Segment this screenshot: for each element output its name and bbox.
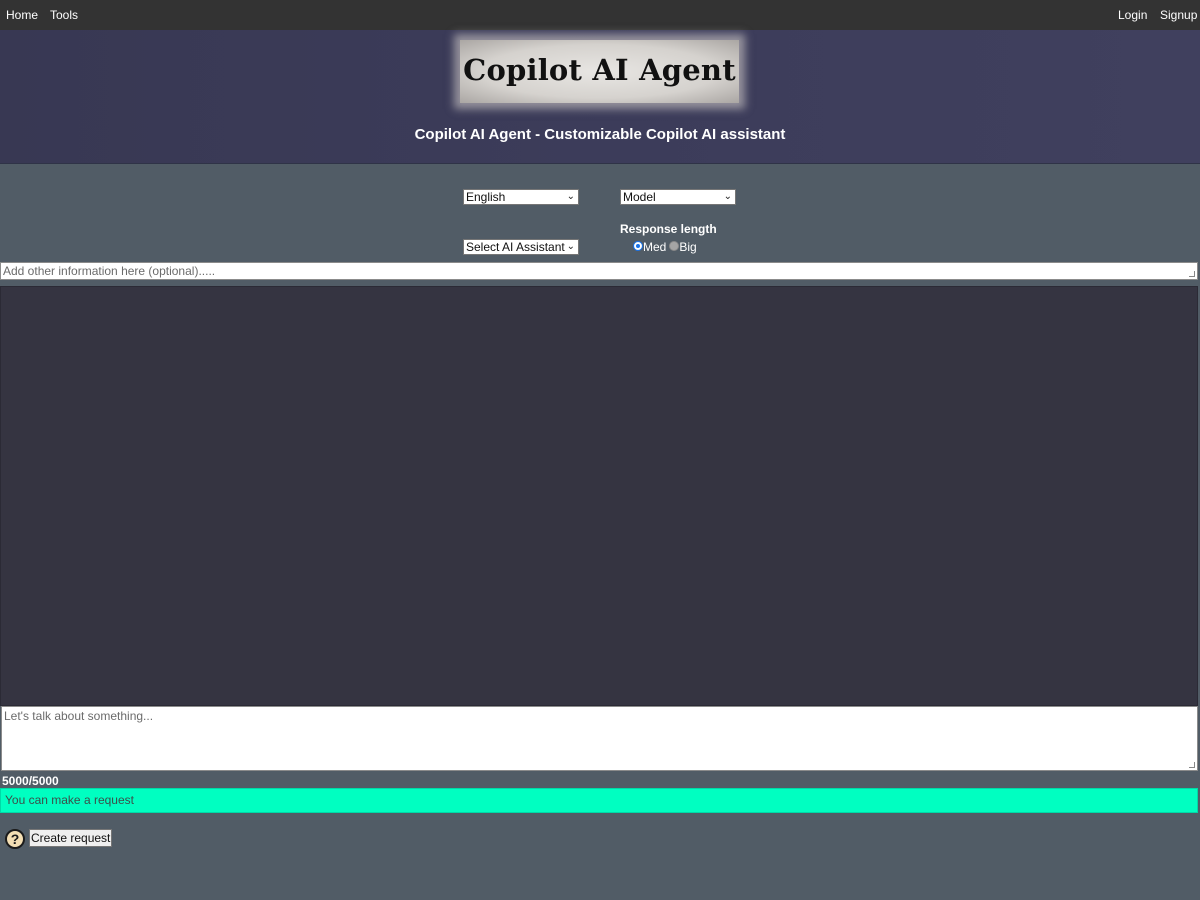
assistant-select[interactable]: Select AI Assistant ⌄ — [463, 239, 579, 255]
logo-text: Copilot AI Agent — [463, 53, 736, 87]
create-request-button[interactable]: Create request — [29, 829, 113, 847]
language-select[interactable]: English ⌄ — [463, 189, 579, 205]
response-length-options: Med Big — [633, 240, 697, 254]
additional-info-placeholder: Add other information here (optional)...… — [3, 264, 216, 278]
chevron-down-icon: ⌄ — [566, 241, 575, 252]
assistant-select-value: Select AI Assistant — [466, 240, 565, 254]
radio-big-label: Big — [679, 240, 697, 254]
radio-big[interactable] — [669, 240, 680, 251]
radio-med[interactable] — [633, 240, 643, 251]
top-navigation: Home Tools Login Signup — [0, 0, 1200, 30]
model-select-value: Model — [623, 190, 656, 204]
character-counter: 5000/5000 — [2, 774, 59, 788]
logo: Copilot AI Agent — [460, 40, 739, 103]
page-subtitle: Copilot AI Agent - Customizable Copilot … — [414, 126, 786, 143]
page-header: Copilot AI Agent Copilot AI Agent - Cust… — [0, 30, 1200, 164]
nav-login-link[interactable]: Login — [1118, 8, 1147, 22]
chevron-down-icon: ⌄ — [566, 191, 575, 202]
nav-home-link[interactable]: Home — [6, 8, 38, 22]
model-select[interactable]: Model ⌄ — [620, 189, 736, 205]
radio-med-label: Med — [643, 240, 667, 254]
chevron-down-icon: ⌄ — [723, 191, 732, 202]
resize-handle-icon[interactable] — [1189, 271, 1195, 277]
question-mark-icon[interactable]: ? — [5, 829, 25, 849]
chat-output-area — [0, 286, 1198, 706]
message-placeholder: Let's talk about something... — [4, 709, 154, 723]
nav-tools-link[interactable]: Tools — [50, 8, 78, 22]
message-input[interactable]: Let's talk about something... — [1, 706, 1198, 771]
status-text: You can make a request — [5, 793, 134, 807]
language-select-value: English — [466, 190, 506, 204]
nav-signup-link[interactable]: Signup — [1160, 8, 1197, 22]
status-bar: You can make a request — [0, 788, 1198, 813]
response-length-label: Response length — [620, 222, 717, 236]
additional-info-input[interactable]: Add other information here (optional)...… — [0, 262, 1198, 280]
resize-handle-icon[interactable] — [1189, 762, 1195, 768]
